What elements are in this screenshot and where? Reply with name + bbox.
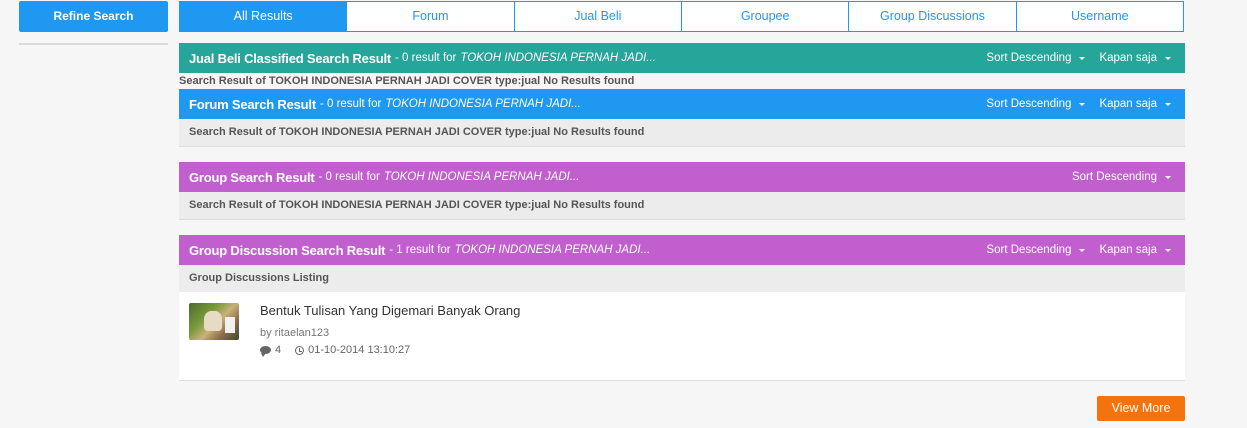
discussion-result-count: - 1 result for — [389, 244, 451, 256]
discussion-section-title: Group Discussion Search Result — [189, 242, 386, 258]
group-sort-label: Sort Descending — [1071, 171, 1157, 183]
discussion-result-item: Bentuk Tulisan Yang Digemari Banyak Oran… — [179, 292, 1185, 381]
forum-result-count: - 0 result for — [319, 98, 382, 110]
discussion-sort-label: Sort Descending — [986, 244, 1072, 256]
caret-down-icon — [1165, 248, 1171, 252]
tab-all-results[interactable]: All Results — [180, 2, 348, 31]
group-section-header: Group Search Result - 0 result for TOKOH… — [179, 162, 1185, 192]
group-query: TOKOH INDONESIA PERNAH JADI... — [383, 171, 580, 183]
jualbeli-sort-dropdown[interactable]: Sort Descending — [986, 52, 1086, 64]
view-more-button[interactable]: View More — [1097, 396, 1185, 421]
forum-query: TOKOH INDONESIA PERNAH JADI... — [385, 98, 581, 110]
discussion-time-label: Kapan saja — [1099, 244, 1157, 256]
forum-time-label: Kapan saja — [1099, 98, 1157, 110]
discussion-listing-label: Group Discussions Listing — [179, 265, 1185, 292]
jualbeli-info: Search Result of TOKOH INDONESIA PERNAH … — [179, 75, 635, 87]
discussion-author[interactable]: by ritaelan123 — [260, 327, 329, 339]
group-sort-dropdown[interactable]: Sort Descending — [1072, 171, 1171, 183]
refine-search-button[interactable]: Refine Search — [19, 1, 168, 32]
jualbeli-time-label: Kapan saja — [1099, 52, 1157, 64]
jualbeli-section-header: Jual Beli Classified Search Result - 0 r… — [179, 43, 1185, 73]
tab-jual-beli[interactable]: Jual Beli — [515, 2, 682, 31]
tab-groupee[interactable]: Groupee — [682, 2, 850, 31]
discussion-time-dropdown[interactable]: Kapan saja — [1099, 244, 1171, 256]
forum-sort-dropdown[interactable]: Sort Descending — [986, 98, 1086, 110]
group-info: Search Result of TOKOH INDONESIA PERNAH … — [179, 192, 1185, 220]
caret-down-icon — [1165, 56, 1171, 60]
sidebar-divider — [19, 43, 168, 45]
caret-down-icon — [1165, 102, 1171, 106]
forum-info: Search Result of TOKOH INDONESIA PERNAH … — [179, 119, 1185, 147]
comment-icon — [260, 346, 271, 357]
discussion-meta: 4 01-10-2014 13:10:27 — [260, 344, 411, 357]
clock-icon — [295, 345, 305, 355]
result-tabs: All Results Forum Jual Beli Groupee Grou… — [179, 1, 1184, 32]
caret-down-icon — [1079, 248, 1086, 252]
discussion-sort-dropdown[interactable]: Sort Descending — [986, 244, 1086, 256]
discussion-thumbnail[interactable] — [189, 303, 239, 340]
discussion-title-link[interactable]: Bentuk Tulisan Yang Digemari Banyak Oran… — [260, 303, 520, 318]
forum-section-header: Forum Search Result - 0 result for TOKOH… — [179, 89, 1185, 119]
forum-time-dropdown[interactable]: Kapan saja — [1099, 98, 1171, 110]
tab-group-discussions[interactable]: Group Discussions — [849, 2, 1017, 31]
discussion-section-header: Group Discussion Search Result - 1 resul… — [179, 235, 1185, 265]
group-result-count: - 0 result for — [318, 171, 380, 183]
tab-username[interactable]: Username — [1017, 2, 1183, 31]
discussion-query: TOKOH INDONESIA PERNAH JADI... — [454, 244, 651, 256]
discussion-date: 01-10-2014 13:10:27 — [308, 344, 411, 356]
jualbeli-result-count: - 0 result for — [395, 52, 457, 64]
group-section-title: Group Search Result — [189, 169, 315, 185]
forum-section-title: Forum Search Result — [189, 96, 316, 112]
forum-sort-label: Sort Descending — [986, 98, 1072, 110]
jualbeli-query: TOKOH INDONESIA PERNAH JADI... — [460, 52, 656, 64]
jualbeli-time-dropdown[interactable]: Kapan saja — [1099, 52, 1171, 64]
caret-down-icon — [1079, 102, 1086, 106]
caret-down-icon — [1079, 56, 1086, 60]
tab-forum[interactable]: Forum — [347, 2, 515, 31]
jualbeli-sort-label: Sort Descending — [986, 52, 1072, 64]
jualbeli-section-title: Jual Beli Classified Search Result — [189, 50, 392, 66]
comment-count: 4 — [275, 344, 282, 356]
caret-down-icon — [1165, 175, 1171, 179]
